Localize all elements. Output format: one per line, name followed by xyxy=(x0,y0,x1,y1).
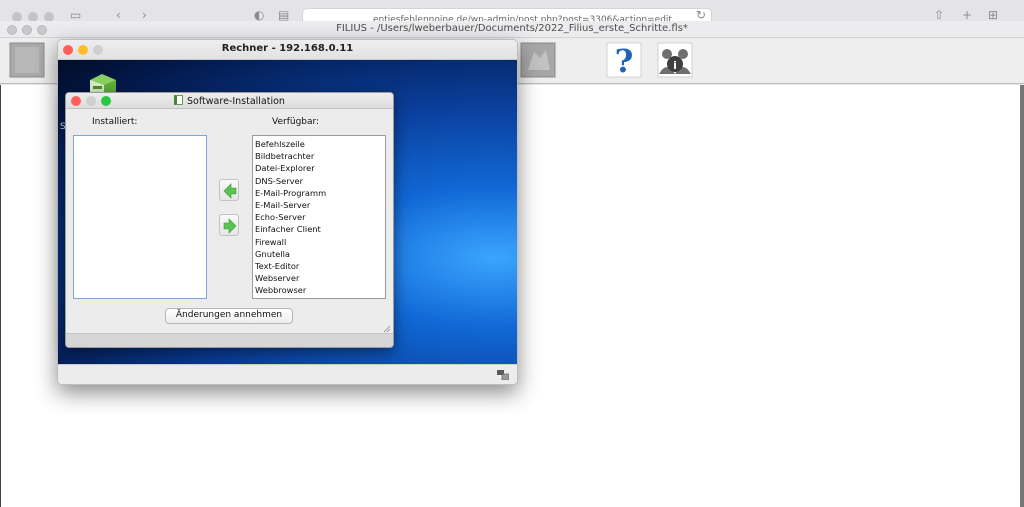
installed-label: Installiert: xyxy=(92,117,138,127)
list-item[interactable]: Echo-Server xyxy=(255,211,385,223)
dialog-title: Software-Installation xyxy=(187,96,285,107)
list-item[interactable]: Einfacher Client xyxy=(255,223,385,235)
available-label: Verfügbar: xyxy=(272,117,320,127)
list-item[interactable]: Gnutella xyxy=(255,248,385,260)
share-icon[interactable]: ⇧ xyxy=(934,8,944,21)
filius-titlebar: FILIUS - /Users/lweberbauer/Documents/20… xyxy=(0,21,1024,38)
documentation-icon[interactable] xyxy=(520,42,556,78)
svg-text:?: ? xyxy=(615,42,634,78)
list-item[interactable]: E-Mail-Server xyxy=(255,199,385,211)
tab-overview-icon[interactable]: ⊞ xyxy=(988,8,998,21)
back-icon[interactable]: ‹ xyxy=(116,8,121,21)
list-item[interactable]: Firewall xyxy=(255,236,385,248)
component-palette-icon[interactable] xyxy=(9,42,45,78)
green-arrow-right-icon xyxy=(223,218,237,234)
available-list[interactable]: Befehlszeile Bildbetrachter Datei-Explor… xyxy=(252,135,386,299)
shield-icon[interactable]: ◐ xyxy=(254,8,264,21)
list-item[interactable]: Befehlszeile xyxy=(255,138,385,150)
apply-changes-button[interactable]: Änderungen annehmen xyxy=(165,308,293,324)
move-right-button[interactable] xyxy=(219,214,239,236)
browser-toolbar: ▭ ‹ › ◐ ▤ entiesfeblennoine.de/wp-admin/… xyxy=(0,0,1024,22)
list-item[interactable]: Webserver xyxy=(255,272,385,284)
rechner-close-button[interactable] xyxy=(63,45,73,55)
address-bar[interactable]: entiesfeblennoine.de/wp-admin/post.php?p… xyxy=(302,8,712,21)
filius-window-title: FILIUS - /Users/lweberbauer/Documents/20… xyxy=(336,23,688,34)
forward-icon[interactable]: › xyxy=(142,8,147,21)
software-installer-icon xyxy=(174,95,184,105)
move-left-button[interactable] xyxy=(219,179,239,201)
list-item[interactable]: Datei-Explorer xyxy=(255,162,385,174)
rechner-minimize-button[interactable] xyxy=(78,45,88,55)
reader-icon[interactable]: ▤ xyxy=(278,8,289,21)
new-tab-icon[interactable]: + xyxy=(962,8,972,21)
reload-icon[interactable]: ↻ xyxy=(696,8,706,21)
dialog-close-button[interactable] xyxy=(71,96,81,106)
list-item[interactable]: Bildbetrachter xyxy=(255,150,385,162)
list-item[interactable]: Text-Editor xyxy=(255,260,385,272)
rechner-zoom-button[interactable] xyxy=(93,45,103,55)
installed-list[interactable] xyxy=(73,135,207,299)
resize-grip-icon[interactable] xyxy=(383,325,391,333)
dialog-zoom-button[interactable] xyxy=(101,96,111,106)
green-arrow-left-icon xyxy=(223,183,237,199)
list-item[interactable]: E-Mail-Programm xyxy=(255,187,385,199)
workspace-border xyxy=(1020,85,1024,507)
sidebar-toggle-icon[interactable]: ▭ xyxy=(70,8,81,21)
svg-text:i: i xyxy=(673,59,677,72)
dialog-minimize-button[interactable] xyxy=(86,96,96,106)
rechner-titlebar: Rechner - 192.168.0.11 xyxy=(58,40,517,60)
list-item[interactable]: Webbrowser xyxy=(255,284,385,296)
dialog-titlebar: Software-Installation xyxy=(66,93,393,109)
dialog-statusbar xyxy=(66,333,393,347)
rechner-title: Rechner - 192.168.0.11 xyxy=(221,43,354,54)
software-installation-dialog: Software-Installation Installiert: Verfü… xyxy=(65,92,394,348)
question-mark-icon[interactable]: ? xyxy=(606,42,642,78)
people-info-icon[interactable]: i xyxy=(657,42,693,78)
filius-close-button[interactable] xyxy=(7,25,17,35)
list-item[interactable]: DNS-Server xyxy=(255,175,385,187)
filius-zoom-button[interactable] xyxy=(37,25,47,35)
rechner-statusbar xyxy=(58,364,517,384)
network-status-icon[interactable] xyxy=(497,370,509,380)
filius-minimize-button[interactable] xyxy=(22,25,32,35)
